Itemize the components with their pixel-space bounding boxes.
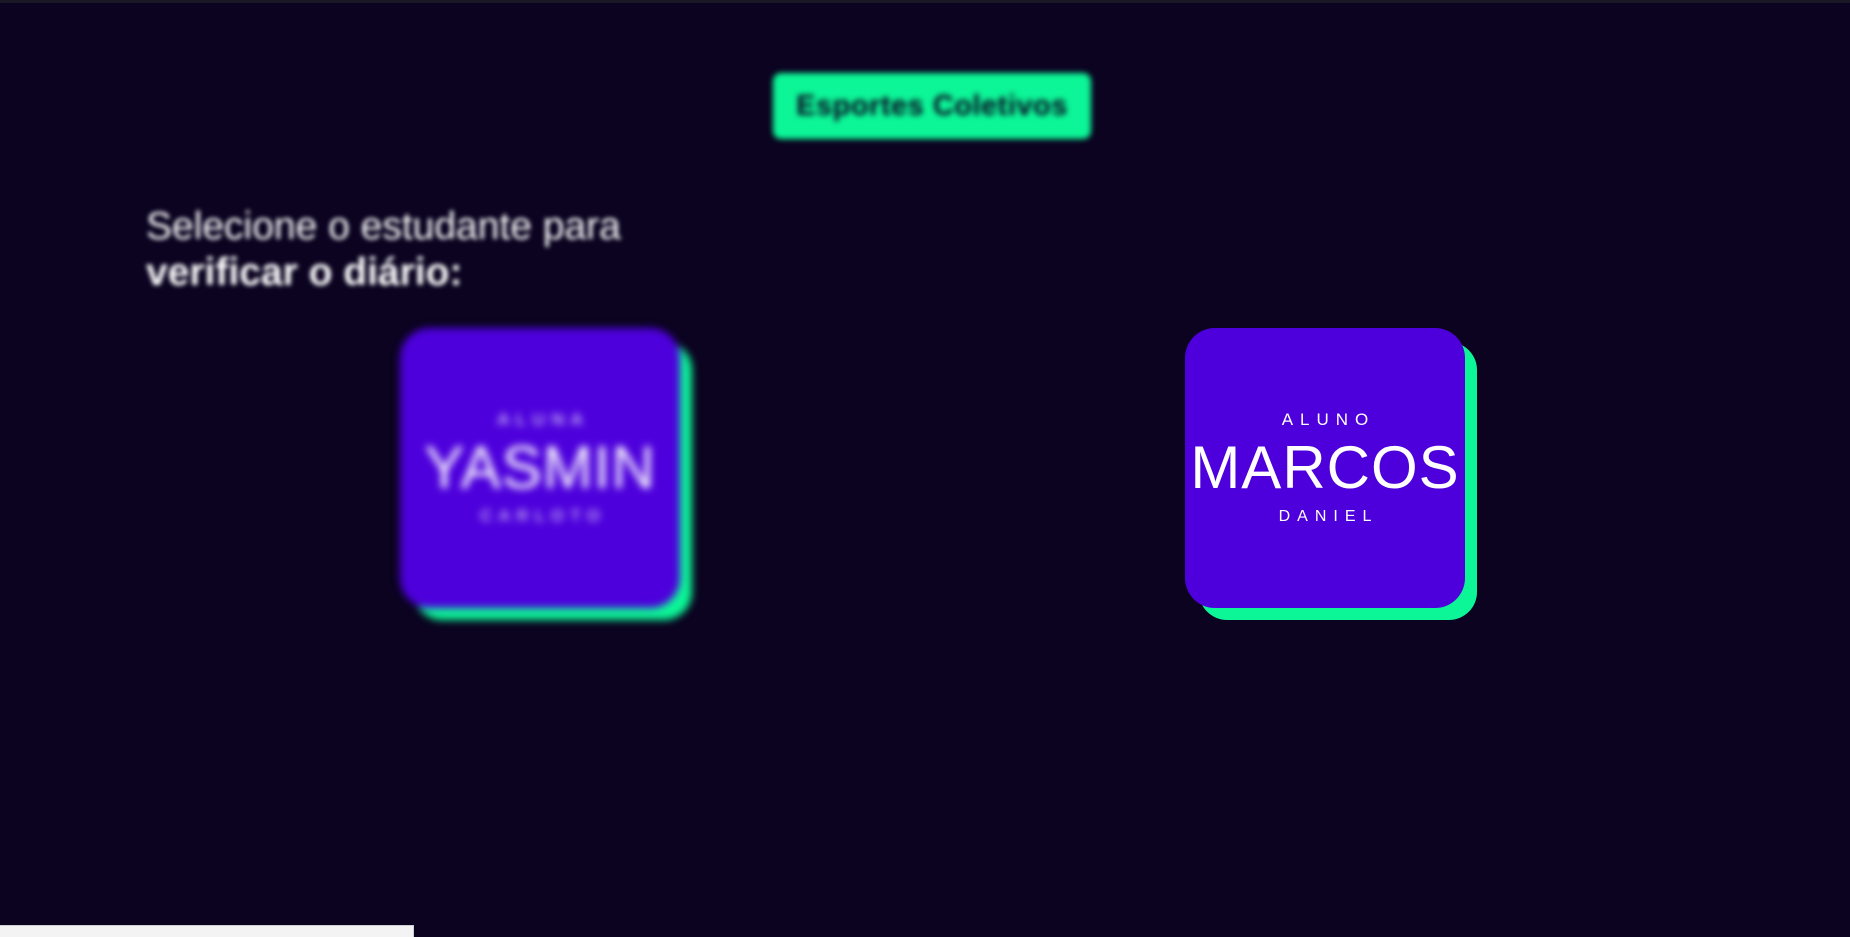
student-role: ALUNA xyxy=(497,410,590,429)
student-card-face[interactable]: ALUNA YASMIN CARLOTO xyxy=(400,328,680,608)
select-student-prompt: Selecione o estudante para verificar o d… xyxy=(146,204,621,296)
top-border xyxy=(0,0,1850,3)
student-card-face[interactable]: ALUNO MARCOS DANIEL xyxy=(1185,328,1465,608)
student-first-name: YASMIN xyxy=(424,434,656,501)
student-role: ALUNO xyxy=(1281,410,1376,429)
student-first-name: MARCOS xyxy=(1190,434,1460,501)
category-badge[interactable]: Esportes Coletivos xyxy=(773,73,1091,139)
prompt-line-1: Selecione o estudante para xyxy=(146,205,621,248)
student-card-marcos[interactable]: ALUNO MARCOS DANIEL xyxy=(1185,328,1477,620)
student-last-name: DANIEL xyxy=(1278,508,1379,525)
prompt-line-2: verificar o diário: xyxy=(146,251,463,294)
link-status-bar xyxy=(0,925,414,937)
student-last-name: CARLOTO xyxy=(480,508,607,525)
student-card-yasmin[interactable]: ALUNA YASMIN CARLOTO xyxy=(400,328,692,620)
